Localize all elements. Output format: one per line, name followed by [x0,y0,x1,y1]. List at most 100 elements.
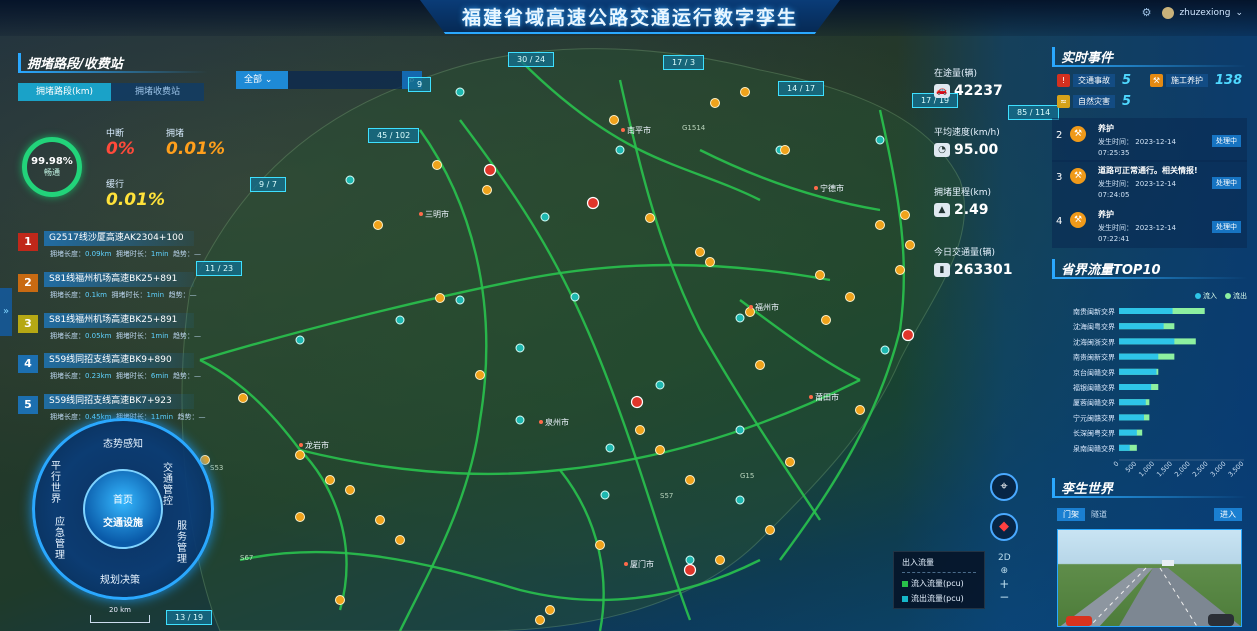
menu-service[interactable]: 服务管理 [177,521,191,565]
construction-marker-icon[interactable] [609,115,619,125]
compass-icon[interactable]: ◆ [990,513,1018,541]
construction-marker-icon[interactable] [755,360,765,370]
mode-2d-button[interactable]: 2D [998,552,1011,565]
construction-marker-icon[interactable] [821,315,831,325]
construction-marker-icon[interactable] [475,370,485,380]
construction-marker-icon[interactable] [905,240,915,250]
menu-emergency[interactable]: 应急管理 [55,517,69,561]
accident-marker-icon[interactable] [683,563,697,577]
construction-marker-icon[interactable] [845,292,855,302]
jam-item[interactable]: 3 S81线福州机场高速BK25+891 拥堵长度：0.05km 拥堵时长：1min… [18,313,203,349]
toll-station-icon[interactable] [540,212,550,222]
accident-marker-icon[interactable] [630,395,644,409]
expand-panel-icon[interactable]: » [0,288,12,336]
construction-marker-icon[interactable] [295,512,305,522]
tab-gantry[interactable]: 门架 [1057,508,1085,521]
construction-marker-icon[interactable] [695,247,705,257]
chip-accident[interactable]: ! 交通事故 5 [1057,73,1131,88]
construction-marker-icon[interactable] [710,98,720,108]
accident-marker-icon[interactable] [586,196,600,210]
username[interactable]: zhuzexiong [1179,8,1230,18]
construction-marker-icon[interactable] [765,525,775,535]
search-input[interactable] [288,71,402,89]
construction-marker-icon[interactable] [238,393,248,403]
toll-station-icon[interactable] [295,335,305,345]
search-filter-select[interactable]: 全部 ⌄ [236,71,288,89]
construction-marker-icon[interactable] [635,425,645,435]
home-label[interactable]: 首页 [85,491,161,506]
construction-marker-icon[interactable] [715,555,725,565]
toll-station-icon[interactable] [605,443,615,453]
toll-station-icon[interactable] [600,490,610,500]
accident-marker-icon[interactable] [901,328,915,342]
construction-marker-icon[interactable] [655,445,665,455]
enter-button[interactable]: 进入 [1214,508,1242,521]
jam-item[interactable]: 4 S59线同招支线高速BK9+890 拥堵长度：0.23km 拥堵时长：6min … [18,353,203,389]
construction-marker-icon[interactable] [785,457,795,467]
toll-station-icon[interactable] [455,295,465,305]
zoom-out-button[interactable]: − [998,591,1011,604]
event-status-badge[interactable]: 处理中 [1212,177,1241,189]
toll-station-icon[interactable] [685,555,695,565]
toll-station-icon[interactable] [615,145,625,155]
chip-construction[interactable]: ⚒ 施工养护 138 [1150,73,1242,88]
toll-station-icon[interactable] [735,495,745,505]
construction-marker-icon[interactable] [705,257,715,267]
menu-parallel-world[interactable]: 平行世界 [51,461,65,505]
construction-marker-icon[interactable] [595,540,605,550]
segment-flow-label[interactable]: 45 / 102 [368,128,420,143]
toll-station-icon[interactable] [570,292,580,302]
menu-traffic-control[interactable]: 交通管控 [163,463,177,507]
construction-marker-icon[interactable] [435,293,445,303]
event-item[interactable]: 3 ⚒ 道路可正常通行。相关情报! 发生时间： 2023-12-14 07:24:05 处… [1052,160,1247,204]
toll-station-icon[interactable] [455,87,465,97]
toll-station-icon[interactable] [875,135,885,145]
accident-marker-icon[interactable] [483,163,497,177]
construction-marker-icon[interactable] [780,145,790,155]
tab-jam-stations[interactable]: 拥堵收费站 [111,83,204,101]
construction-marker-icon[interactable] [325,475,335,485]
event-item[interactable]: 2 ⚒ 养护 发生时间： 2023-12-14 07:25:35 处理中 [1052,118,1247,162]
toll-station-icon[interactable] [515,415,525,425]
construction-marker-icon[interactable] [335,595,345,605]
event-item[interactable]: 4 ⚒ 养护 发生时间： 2023-12-14 07:22:41 处理中 [1052,204,1247,248]
construction-marker-icon[interactable] [875,220,885,230]
construction-marker-icon[interactable] [535,615,545,625]
event-status-badge[interactable]: 处理中 [1212,135,1241,147]
toll-station-icon[interactable] [735,313,745,323]
construction-marker-icon[interactable] [432,160,442,170]
tab-tunnel[interactable]: 隧道 [1091,508,1107,521]
chevron-down-icon[interactable]: ⌄ [1235,8,1243,18]
menu-situation[interactable]: 态势感知 [103,435,143,450]
construction-marker-icon[interactable] [375,515,385,525]
construction-marker-icon[interactable] [545,605,555,615]
segment-flow-label[interactable]: 9 [408,77,432,92]
construction-marker-icon[interactable] [815,270,825,280]
construction-marker-icon[interactable] [345,485,355,495]
compass-control[interactable]: ◆ [990,513,1018,541]
location-pin-icon[interactable]: ⌖ [990,473,1018,501]
toll-station-icon[interactable] [515,343,525,353]
toll-station-icon[interactable] [655,380,665,390]
toll-station-icon[interactable] [345,175,355,185]
avatar[interactable] [1162,6,1175,19]
location-control[interactable]: ⌖ [990,473,1018,501]
segment-flow-label[interactable]: 14 / 17 [778,81,825,96]
construction-marker-icon[interactable] [395,535,405,545]
segment-flow-label[interactable]: 11 / 23 [196,261,243,276]
jam-item[interactable]: 2 S81线福州机场高速BK25+891 拥堵长度：0.1km 拥堵时长：1min … [18,272,203,308]
chip-disaster[interactable]: ≈ 自然灾害 5 [1057,94,1131,109]
event-status-badge[interactable]: 处理中 [1212,221,1241,233]
tab-jam-roads[interactable]: 拥堵路段(km) [18,83,111,101]
gear-icon[interactable]: ⚙ [1142,6,1152,19]
toll-station-icon[interactable] [395,315,405,325]
dial-core[interactable]: 首页 交通设施 [83,469,163,549]
jam-item[interactable]: 1 G2517线沙厦高速AK2304+100 拥堵长度：0.09km 拥堵时长：1m… [18,231,203,267]
construction-marker-icon[interactable] [740,87,750,97]
construction-marker-icon[interactable] [645,213,655,223]
construction-marker-icon[interactable] [745,307,755,317]
twin-preview-image[interactable] [1057,529,1242,627]
construction-marker-icon[interactable] [373,220,383,230]
user-area[interactable]: ⚙ zhuzexiong ⌄ [1142,6,1243,19]
construction-marker-icon[interactable] [685,475,695,485]
